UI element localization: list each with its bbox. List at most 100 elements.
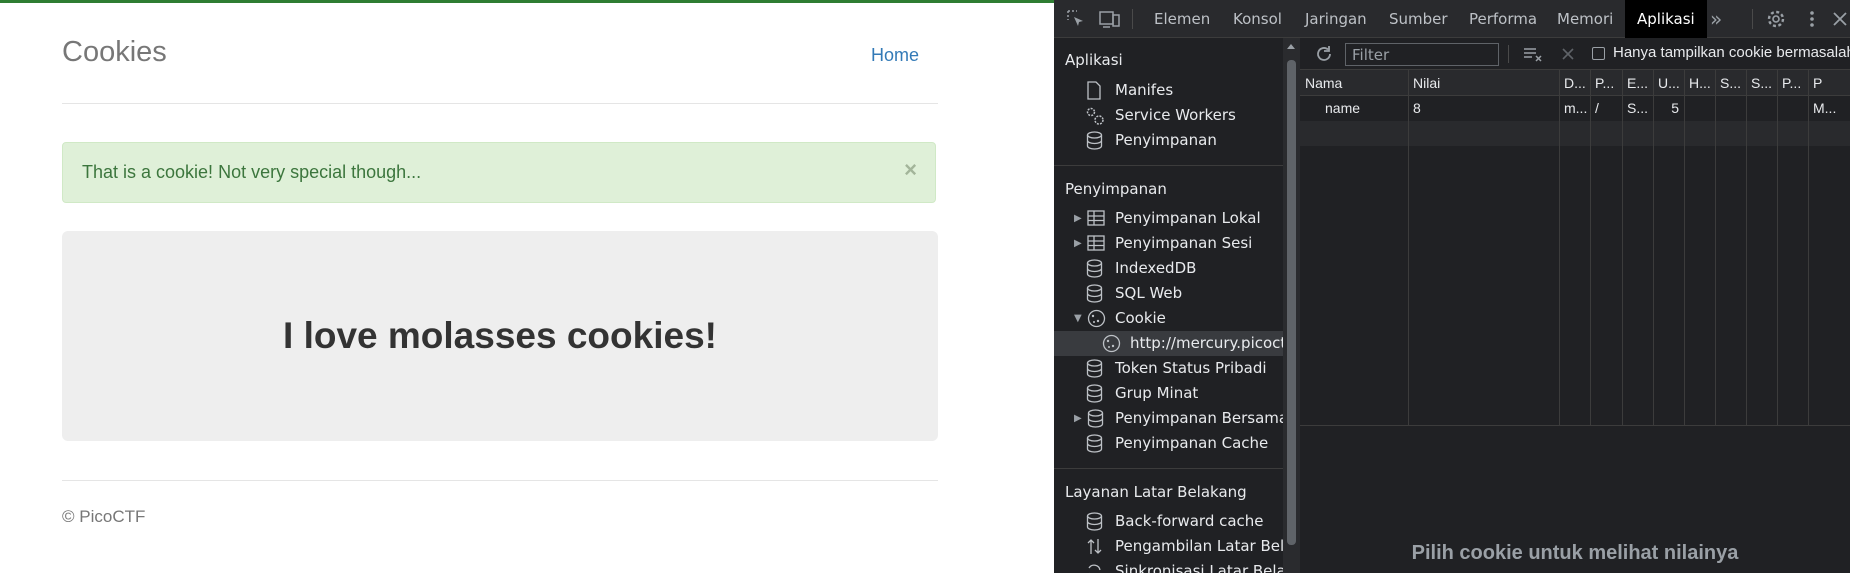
table-icon — [1087, 235, 1105, 251]
sidebar-divider — [1054, 165, 1298, 166]
toolbar-separator — [1132, 9, 1133, 29]
sidebar-scrollbar[interactable] — [1283, 38, 1300, 573]
sidebar-item-indexeddb[interactable]: IndexedDB — [1054, 256, 1298, 281]
sidebar-item-bfcache[interactable]: Back-forward cache — [1054, 509, 1298, 534]
table-icon — [1087, 210, 1105, 226]
clear-filtered-icon[interactable] — [1522, 44, 1544, 69]
alert-close-button[interactable]: × — [904, 157, 917, 183]
sidebar-item-cache-storage[interactable]: Penyimpanan Cache — [1054, 431, 1298, 456]
cell-priority: M... — [1813, 100, 1837, 116]
sidebar-item-session-storage[interactable]: ▶ Penyimpanan Sesi — [1054, 231, 1298, 256]
kebab-menu-icon[interactable] — [1802, 9, 1822, 29]
database-icon — [1086, 131, 1103, 150]
tab-performance[interactable]: Performa — [1469, 0, 1537, 38]
sidebar-item-label: Cookie — [1115, 309, 1166, 327]
table-row[interactable]: name 8 m... / S... 5 M... — [1300, 96, 1850, 121]
cookie-table-header: Nama Nilai D... P... E... U... H... S...… — [1300, 70, 1850, 96]
sidebar-item-storage-overview[interactable]: Penyimpanan — [1054, 128, 1298, 153]
delete-selected-icon[interactable] — [1558, 44, 1578, 69]
application-sidebar: Aplikasi Manifes Service Workers Penyimp… — [1054, 38, 1299, 573]
column-header-size[interactable]: U... — [1653, 70, 1684, 96]
collapse-arrow-icon[interactable]: ▼ — [1074, 306, 1082, 331]
sidebar-section-application: Aplikasi — [1065, 51, 1123, 69]
scrollbar-thumb[interactable] — [1287, 60, 1296, 545]
tab-network[interactable]: Jaringan — [1305, 0, 1367, 38]
site-brand: Cookies — [62, 36, 167, 68]
column-divider[interactable] — [1559, 70, 1560, 425]
column-header-partition-key[interactable]: P... — [1777, 70, 1808, 96]
tab-elements[interactable]: Elemen — [1154, 0, 1210, 38]
gears-icon — [1086, 107, 1104, 125]
sidebar-item-private-state-tokens[interactable]: Token Status Pribadi — [1054, 356, 1298, 381]
database-icon — [1086, 259, 1103, 278]
expand-arrow-icon[interactable]: ▶ — [1074, 406, 1082, 431]
column-divider[interactable] — [1684, 70, 1685, 425]
column-divider[interactable] — [1715, 70, 1716, 425]
tab-application[interactable]: Aplikasi — [1625, 0, 1707, 38]
more-tabs-icon[interactable]: » — [1710, 0, 1722, 38]
cell-value: 8 — [1413, 100, 1421, 116]
sidebar-item-label: Grup Minat — [1115, 384, 1199, 402]
alert-message: That is a cookie! Not very special thoug… — [82, 162, 422, 182]
column-header-domain[interactable]: D... — [1559, 70, 1590, 96]
cell-expires: S... — [1627, 100, 1649, 116]
refresh-icon[interactable] — [1314, 44, 1334, 69]
sidebar-item-cookies[interactable]: ▼ Cookie — [1054, 306, 1298, 331]
cookie-icon — [1087, 309, 1106, 328]
sidebar-item-web-sql[interactable]: SQL Web — [1054, 281, 1298, 306]
database-icon — [1086, 384, 1103, 403]
sidebar-item-manifest[interactable]: Manifes — [1054, 78, 1298, 103]
cookie-filter-input[interactable] — [1345, 43, 1499, 66]
sidebar-item-label: Penyimpanan — [1115, 131, 1217, 149]
inspect-element-icon[interactable] — [1066, 9, 1086, 29]
column-divider[interactable] — [1777, 70, 1778, 425]
sync-icon — [1088, 564, 1101, 573]
column-divider[interactable] — [1622, 70, 1623, 425]
scroll-up-icon[interactable] — [1287, 44, 1295, 49]
sidebar-item-label: IndexedDB — [1115, 259, 1197, 277]
close-icon[interactable] — [1830, 9, 1850, 29]
column-header-secure[interactable]: S... — [1715, 70, 1746, 96]
sidebar-item-label: Sinkronisasi Latar Belakang — [1115, 562, 1298, 573]
sidebar-item-shared-storage[interactable]: ▶ Penyimpanan Bersama — [1054, 406, 1298, 431]
column-header-samesite[interactable]: S... — [1746, 70, 1777, 96]
cell-size: 5 — [1671, 100, 1679, 116]
sidebar-item-interest-groups[interactable]: Grup Minat — [1054, 381, 1298, 406]
column-header-path[interactable]: P... — [1590, 70, 1622, 96]
column-header-value[interactable]: Nilai — [1408, 70, 1559, 96]
expand-arrow-icon[interactable]: ▶ — [1074, 231, 1082, 256]
device-toolbar-icon[interactable] — [1099, 9, 1120, 29]
sidebar-item-label: Penyimpanan Sesi — [1115, 234, 1253, 252]
cell-httponly — [1684, 96, 1715, 121]
tab-console[interactable]: Konsol — [1233, 0, 1282, 38]
column-header-httponly[interactable]: H... — [1684, 70, 1715, 96]
column-divider[interactable] — [1746, 70, 1747, 425]
cell-path: / — [1595, 100, 1599, 116]
column-header-priority[interactable]: P — [1808, 70, 1850, 96]
toolbar-separator — [1508, 45, 1509, 63]
cell-name: name — [1325, 100, 1361, 116]
column-divider[interactable] — [1653, 70, 1654, 425]
sidebar-item-cookie-origin[interactable]: http://mercury.picoctf.net — [1054, 331, 1298, 356]
column-divider[interactable] — [1408, 70, 1409, 425]
column-header-name[interactable]: Nama — [1300, 70, 1408, 96]
tab-sources[interactable]: Sumber — [1389, 0, 1448, 38]
tab-memory[interactable]: Memori — [1557, 0, 1613, 38]
expand-arrow-icon[interactable]: ▶ — [1074, 206, 1082, 231]
cell-secure — [1715, 96, 1746, 121]
column-divider[interactable] — [1590, 70, 1591, 425]
database-icon — [1086, 512, 1103, 531]
only-issues-checkbox[interactable] — [1592, 47, 1605, 60]
sidebar-item-service-workers[interactable]: Service Workers — [1054, 103, 1298, 128]
sidebar-item-background-fetch[interactable]: Pengambilan Latar Belakang — [1054, 534, 1298, 559]
cookie-table: Nama Nilai D... P... E... U... H... S...… — [1300, 70, 1850, 426]
sidebar-item-local-storage[interactable]: ▶ Penyimpanan Lokal — [1054, 206, 1298, 231]
cookie-preview-empty-message: Pilih cookie untuk melihat nilainya — [1411, 542, 1739, 564]
gear-icon[interactable] — [1766, 9, 1786, 29]
sidebar-item-background-sync[interactable]: Sinkronisasi Latar Belakang — [1054, 559, 1298, 573]
nav-home-link[interactable]: Home — [871, 45, 919, 66]
column-header-expires[interactable]: E... — [1622, 70, 1653, 96]
up-down-arrows-icon — [1087, 539, 1102, 554]
cookies-toolbar: Hanya tampilkan cookie bermasalah — [1300, 38, 1850, 70]
column-divider[interactable] — [1808, 70, 1809, 425]
